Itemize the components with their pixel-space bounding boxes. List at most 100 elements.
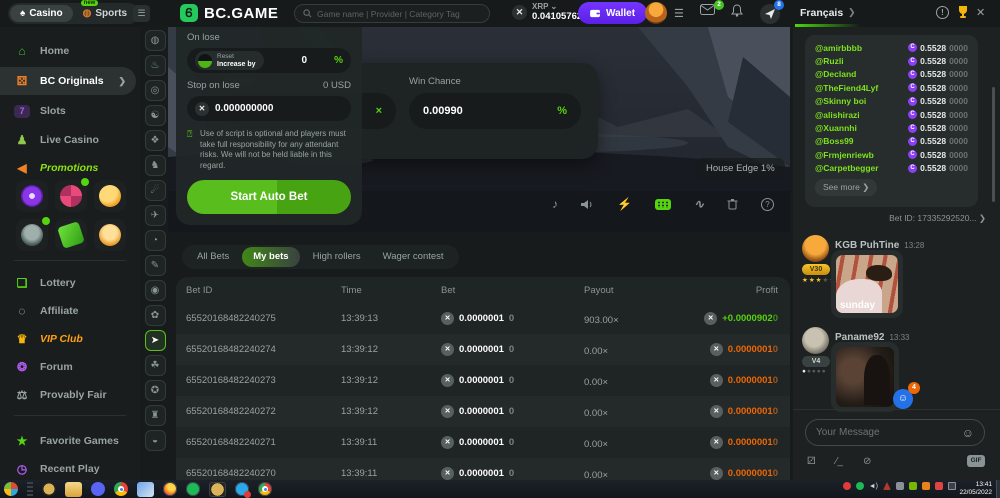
table-row[interactable]: 65520168482240275 13:39:13 ✕0.00000010 9… bbox=[176, 303, 790, 334]
mention-row[interactable]: @alishiraziC0.55280000 bbox=[815, 108, 968, 121]
show-desktop-button[interactable] bbox=[996, 480, 1000, 498]
game-strip-icon[interactable]: ✪ bbox=[145, 380, 166, 401]
music-icon[interactable]: ♪ bbox=[552, 197, 558, 211]
game-strip-icon[interactable]: ✈ bbox=[145, 205, 166, 226]
tab-my-bets[interactable]: My bets bbox=[242, 247, 299, 267]
tray-display-icon[interactable] bbox=[948, 482, 956, 490]
sidebar-item-promotions[interactable]: ◀ Promotions bbox=[0, 156, 136, 180]
tray-icon[interactable] bbox=[896, 482, 904, 490]
table-row[interactable]: 65520168482240270 13:39:11 ✕0.00000010 0… bbox=[176, 458, 790, 480]
sidebar-item-bc-originals[interactable]: ⚄ BC Originals ❯ bbox=[0, 67, 136, 95]
table-row[interactable]: 65520168482240274 13:39:12 ✕0.00000010 0… bbox=[176, 334, 790, 365]
taskbar-pinned-list-icon[interactable] bbox=[27, 482, 33, 497]
game-strip-icon[interactable]: ☯ bbox=[145, 105, 166, 126]
taskbar-photos-icon[interactable] bbox=[137, 482, 154, 497]
table-row[interactable]: 65520168482240272 13:39:12 ✕0.00000010 0… bbox=[176, 396, 790, 427]
percent-icon[interactable]: % bbox=[557, 105, 567, 117]
multiply-icon[interactable]: × bbox=[376, 105, 382, 117]
game-strip-icon[interactable]: ◒ bbox=[145, 430, 166, 451]
on-lose-toggle[interactable]: Reset Increase by bbox=[195, 51, 264, 70]
tray-nvidia-icon[interactable] bbox=[909, 482, 917, 490]
tab-high-rollers[interactable]: High rollers bbox=[302, 245, 372, 269]
user-avatar[interactable] bbox=[645, 2, 667, 24]
taskbar-firefox-icon[interactable] bbox=[163, 482, 177, 496]
tab-sports[interactable]: new ◍ Sports bbox=[73, 5, 137, 22]
game-strip-icon[interactable]: ◍ bbox=[145, 30, 166, 51]
mention-row[interactable]: @RuzliC0.55280000 bbox=[815, 54, 968, 67]
game-strip-icon[interactable]: ✿ bbox=[145, 305, 166, 326]
tray-spotify-icon[interactable] bbox=[856, 482, 864, 490]
mention-row[interactable]: @FrmjenriewbC0.55280000 bbox=[815, 148, 968, 161]
game-strip-icon[interactable]: ◉ bbox=[145, 280, 166, 301]
windows-start-button[interactable] bbox=[4, 482, 18, 496]
sidebar-item-recent-play[interactable]: ◷ Recent Play bbox=[0, 457, 136, 481]
rules-icon[interactable]: ⊘ bbox=[863, 456, 871, 467]
on-lose-value[interactable]: 0 bbox=[302, 55, 308, 66]
game-strip-icon[interactable]: ➤ bbox=[145, 330, 166, 351]
tray-icon[interactable] bbox=[935, 482, 943, 490]
sidebar-item-vip-club[interactable]: ♛ VIP Club bbox=[0, 327, 136, 351]
game-strip-icon[interactable]: ❖ bbox=[145, 130, 166, 151]
start-auto-bet-button[interactable]: Start Auto Bet bbox=[187, 180, 351, 214]
sidebar-item-lottery[interactable]: ❏ Lottery bbox=[0, 271, 136, 295]
commands-icon[interactable]: ⁄_ bbox=[836, 456, 843, 467]
promo-rocket-icon[interactable] bbox=[16, 219, 48, 251]
tab-all-bets[interactable]: All Bets bbox=[186, 245, 240, 269]
game-strip-icon[interactable]: ◎ bbox=[145, 80, 166, 101]
taskbar-spotify-icon[interactable] bbox=[186, 482, 200, 496]
trash-icon[interactable] bbox=[727, 198, 738, 210]
table-row[interactable]: 65520168482240271 13:39:11 ✕0.00000010 0… bbox=[176, 427, 790, 458]
mention-row[interactable]: @amirbbbbC0.55280000 bbox=[815, 41, 968, 54]
game-strip-icon[interactable]: ✎ bbox=[145, 255, 166, 276]
game-strip-icon[interactable]: ♞ bbox=[145, 155, 166, 176]
see-more-button[interactable]: See more ❯ bbox=[815, 179, 877, 196]
language-selector[interactable]: Français bbox=[800, 7, 843, 19]
promo-spin-icon[interactable] bbox=[16, 180, 48, 212]
promo-wheel-icon[interactable] bbox=[55, 180, 87, 212]
table-row[interactable]: 65520168482240273 13:39:12 ✕0.00000010 0… bbox=[176, 365, 790, 396]
promo-tag-icon[interactable] bbox=[55, 219, 87, 251]
dice-bet-icon[interactable]: ⚂ bbox=[807, 456, 816, 467]
mention-row[interactable]: @CarpetbeggerC0.55280000 bbox=[815, 162, 968, 175]
stop-amount-input[interactable] bbox=[215, 103, 335, 114]
taskbar-league2-icon[interactable] bbox=[209, 482, 226, 497]
wallet-button[interactable]: Wallet bbox=[578, 2, 647, 24]
emoji-icon[interactable]: ☺ bbox=[962, 426, 974, 440]
close-icon[interactable]: ✕ bbox=[976, 6, 985, 19]
promo-piggy-icon[interactable] bbox=[94, 180, 126, 212]
turbo-icon[interactable]: ⚡ bbox=[617, 197, 632, 211]
chat-toggle-button[interactable]: 8 bbox=[760, 4, 780, 22]
sidebar-item-forum[interactable]: ❂ Forum bbox=[0, 355, 136, 379]
mention-row[interactable]: @Boss99C0.55280000 bbox=[815, 135, 968, 148]
sidebar-item-affiliate[interactable]: ◌ Affiliate bbox=[0, 299, 136, 323]
game-strip-icon[interactable]: ☄ bbox=[145, 180, 166, 201]
search-input[interactable] bbox=[317, 9, 477, 19]
sidebar-item-live-casino[interactable]: ♟ Live Casino bbox=[0, 128, 136, 152]
sidebar-item-home[interactable]: ⌂ Home bbox=[0, 39, 136, 63]
game-strip-icon[interactable]: ♜ bbox=[145, 405, 166, 426]
mention-row[interactable]: @XuannhiC0.55280000 bbox=[815, 121, 968, 134]
taskbar-chrome2-icon[interactable] bbox=[258, 482, 272, 496]
taskbar-explorer-icon[interactable] bbox=[65, 482, 82, 497]
tray-icon[interactable] bbox=[843, 482, 851, 490]
bet-id-link[interactable]: Bet ID: 17335292520... ❯ bbox=[889, 213, 986, 224]
sidebar-item-provably-fair[interactable]: ⚖ Provably Fair bbox=[0, 383, 136, 407]
gif-message[interactable] bbox=[831, 342, 899, 412]
taskbar-discord-icon[interactable] bbox=[91, 482, 105, 496]
taskbar-chrome-icon[interactable] bbox=[114, 482, 128, 496]
notifications-button[interactable] bbox=[731, 4, 751, 22]
mention-row[interactable]: @DeclandC0.55280000 bbox=[815, 68, 968, 81]
tab-casino[interactable]: ♠ Casino bbox=[10, 5, 73, 22]
menu-toggle-icon[interactable]: ☰ bbox=[133, 5, 150, 22]
messages-button[interactable]: 2 bbox=[700, 4, 720, 22]
game-strip-icon[interactable]: ♨ bbox=[145, 55, 166, 76]
gif-keyboard-icon[interactable]: GIF bbox=[967, 455, 985, 467]
game-strip-icon[interactable]: ☘ bbox=[145, 355, 166, 376]
chat-message-input[interactable] bbox=[816, 427, 956, 438]
taskbar-telegram-icon[interactable] bbox=[235, 482, 249, 496]
tab-wager-contest[interactable]: Wager contest bbox=[372, 245, 455, 269]
bcgame-logo[interactable]: Ꮾ BC.GAME bbox=[180, 4, 278, 22]
promo-coin-icon[interactable] bbox=[94, 219, 126, 251]
help-icon[interactable]: ? bbox=[761, 198, 774, 211]
mention-row[interactable]: @Skinny boiC0.55280000 bbox=[815, 95, 968, 108]
